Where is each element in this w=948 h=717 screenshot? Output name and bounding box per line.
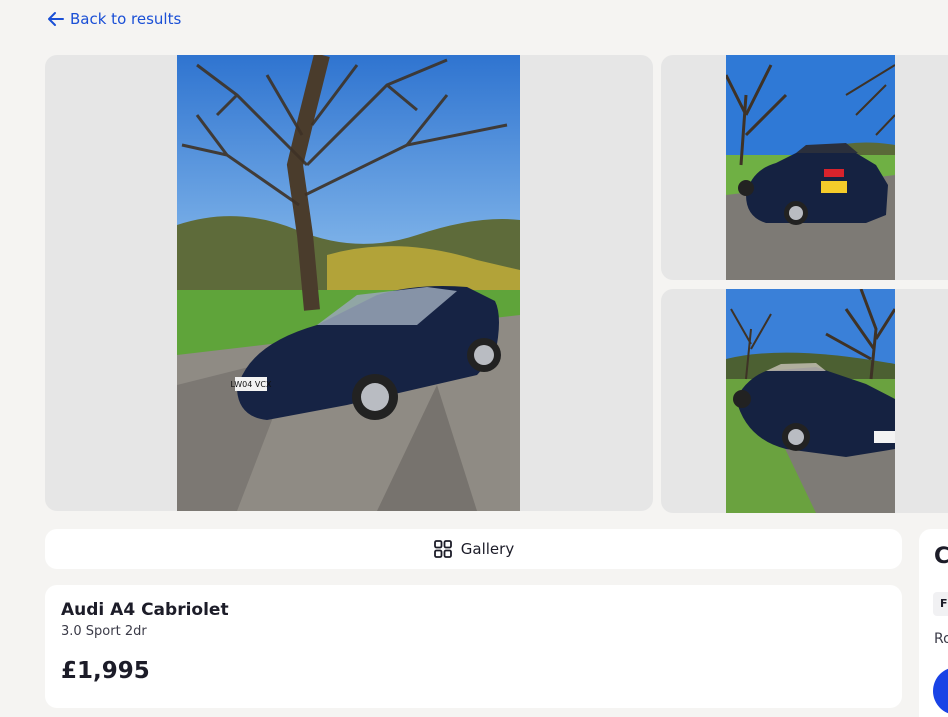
car-photo-rear bbox=[726, 55, 895, 280]
back-to-results-link[interactable]: Back to results bbox=[46, 9, 181, 29]
thumbnail-photo-1[interactable] bbox=[661, 55, 948, 280]
grid-icon bbox=[433, 540, 452, 558]
svg-text:LW04 VCX: LW04 VCX bbox=[231, 380, 272, 389]
side-card-tag: F bbox=[933, 592, 948, 616]
listing-subtitle: 3.0 Sport 2dr bbox=[61, 624, 147, 639]
car-photo-front: LW04 VCX bbox=[177, 55, 520, 511]
car-photo-side bbox=[726, 289, 895, 513]
side-card-primary-button[interactable] bbox=[933, 667, 948, 715]
back-link-label: Back to results bbox=[70, 10, 182, 28]
side-card-heading: C bbox=[934, 544, 948, 569]
arrow-left-icon bbox=[48, 12, 64, 26]
listing-title: Audi A4 Cabriolet bbox=[61, 600, 229, 620]
thumbnail-photo-2[interactable] bbox=[661, 289, 948, 513]
main-photo[interactable]: LW04 VCX bbox=[45, 55, 653, 511]
listing-summary-card: Audi A4 Cabriolet 3.0 Sport 2dr £1,995 bbox=[45, 585, 902, 708]
side-card-text: Ro bbox=[934, 631, 948, 647]
gallery-button[interactable]: Gallery bbox=[45, 529, 902, 569]
gallery-button-label: Gallery bbox=[460, 540, 515, 558]
listing-price: £1,995 bbox=[61, 658, 150, 684]
seller-side-card: C F Ro bbox=[919, 529, 948, 717]
